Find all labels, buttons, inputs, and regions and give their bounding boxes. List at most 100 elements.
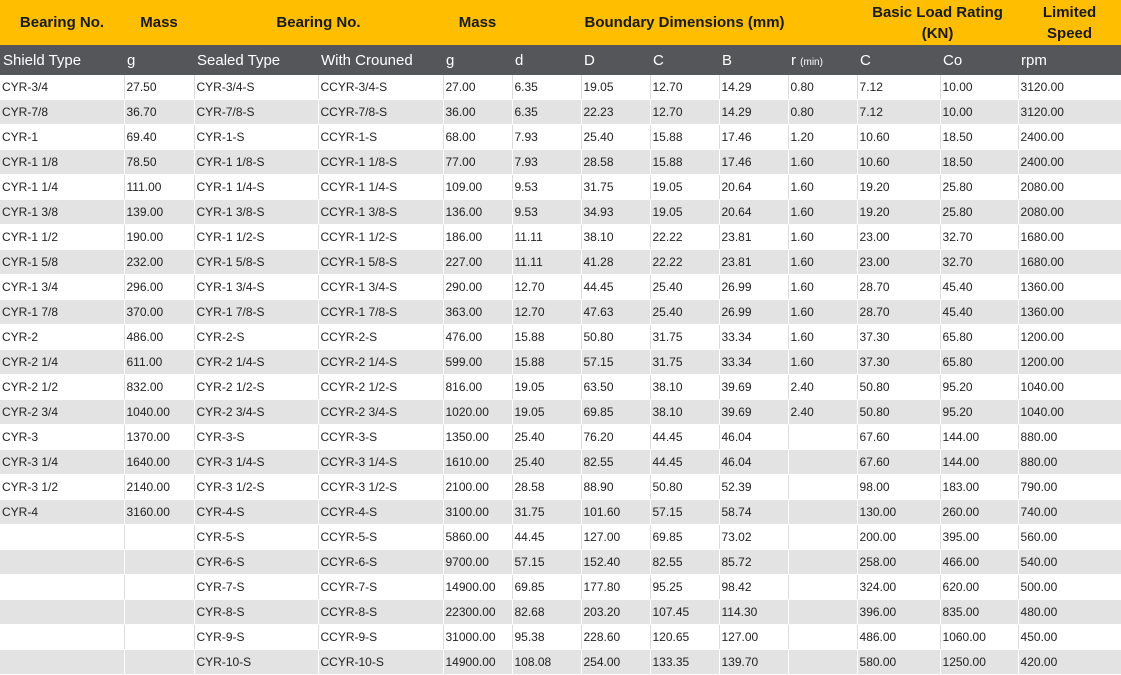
cell-load-c: 50.80 [857, 374, 941, 400]
cell-shield-type: CYR-4 [0, 499, 125, 525]
cell-d: 25.40 [512, 449, 582, 475]
cell-c: 25.40 [650, 299, 720, 325]
cell-r-min: 1.60 [788, 224, 858, 250]
cell-r-min [788, 574, 858, 600]
cell-c: 44.45 [650, 424, 720, 450]
bearing-no-header: Bearing No. [0, 0, 124, 45]
cell-load-co: 183.00 [940, 474, 1019, 500]
cell-b: 26.99 [719, 274, 789, 300]
cell-with-crouned: CCYR-8-S [318, 599, 444, 625]
table-row: CYR-2 1/4 611.00 CYR-2 1/4-S CCYR-2 1/4-S 59… [0, 349, 1121, 375]
cell-r-min: 1.60 [788, 324, 858, 350]
cell-mass-shield: 111.00 [124, 174, 195, 200]
boundary-dimensions-header: Boundary Dimensions (mm) [512, 0, 858, 45]
cell-load-co: 144.00 [940, 449, 1019, 475]
cell-shield-type: CYR-2 3/4 [0, 399, 125, 425]
cell-shield-type: CYR-1 7/8 [0, 299, 125, 325]
cell-load-c: 7.12 [857, 75, 941, 100]
cell-mass-shield: 232.00 [124, 249, 195, 275]
cell-mass-sealed: 2100.00 [443, 474, 513, 500]
cell-load-c: 67.60 [857, 449, 941, 475]
cell-r-min: 1.60 [788, 349, 858, 375]
cell-load-c: 23.00 [857, 249, 941, 275]
cell-load-c: 19.20 [857, 199, 941, 225]
cell-rpm: 2080.00 [1018, 199, 1121, 225]
cell-load-c: 50.80 [857, 399, 941, 425]
cell-rpm: 420.00 [1018, 649, 1121, 675]
col-mass-g: g [443, 45, 512, 75]
cell-sealed-type: CYR-1 1/8-S [194, 149, 319, 175]
cell-load-co: 95.20 [940, 374, 1019, 400]
cell-d: 9.53 [512, 199, 582, 225]
cell-rpm: 790.00 [1018, 474, 1121, 500]
cell-mass-sealed: 186.00 [443, 224, 513, 250]
cell-d: 6.35 [512, 75, 582, 100]
mass-header: Mass [124, 0, 194, 45]
cell-d: 11.11 [512, 224, 582, 250]
cell-load-c: 23.00 [857, 224, 941, 250]
cell-d: 82.68 [512, 599, 582, 625]
cell-b: 73.02 [719, 524, 789, 550]
col-b: B [719, 45, 788, 75]
col-r-label: r [791, 51, 796, 69]
col-c: C [650, 45, 719, 75]
cell-outer-d: 203.20 [581, 599, 651, 625]
cell-mass-shield: 296.00 [124, 274, 195, 300]
table-row: CYR-2 3/4 1040.00 CYR-2 3/4-S CCYR-2 3/4-S 1… [0, 399, 1121, 425]
cell-r-min: 1.60 [788, 249, 858, 275]
table-row: CYR-3 1/4 1640.00 CYR-3 1/4-S CCYR-3 1/4-S 1… [0, 449, 1121, 475]
cell-shield-type: CYR-1 [0, 124, 125, 150]
cell-outer-d: 228.60 [581, 624, 651, 650]
cell-mass-sealed: 22300.00 [443, 599, 513, 625]
cell-sealed-type: CYR-1 1/4-S [194, 174, 319, 200]
cell-sealed-type: CYR-6-S [194, 549, 319, 575]
cell-rpm: 1360.00 [1018, 274, 1121, 300]
table-row: CYR-4 3160.00 CYR-4-S CCYR-4-S 3100.00 31.75 1… [0, 499, 1121, 525]
col-outer-d: D [581, 45, 650, 75]
cell-outer-d: 50.80 [581, 324, 651, 350]
cell-c: 12.70 [650, 99, 720, 125]
cell-with-crouned: CCYR-2-S [318, 324, 444, 350]
cell-shield-type [0, 649, 125, 675]
cell-shield-type [0, 524, 125, 550]
cell-mass-sealed: 1610.00 [443, 449, 513, 475]
cell-load-c: 10.60 [857, 149, 941, 175]
cell-rpm: 540.00 [1018, 549, 1121, 575]
cell-sealed-type: CYR-1 3/8-S [194, 199, 319, 225]
basic-load-rating-header: Basic Load Rating (KN) [857, 0, 1019, 45]
table-row: CYR-3/4 27.50 CYR-3/4-S CCYR-3/4-S 27.00 6.35… [0, 75, 1121, 100]
cell-rpm: 3120.00 [1018, 99, 1121, 125]
cell-b: 58.74 [719, 499, 789, 525]
cell-load-co: 45.40 [940, 274, 1019, 300]
cell-r-min: 0.80 [788, 99, 858, 125]
table-row: CYR-1 3/8 139.00 CYR-1 3/8-S CCYR-1 3/8-S 13… [0, 199, 1121, 225]
cell-load-co: 18.50 [940, 124, 1019, 150]
cell-outer-d: 47.63 [581, 299, 651, 325]
cell-mass-sealed: 14900.00 [443, 649, 513, 675]
cell-b: 85.72 [719, 549, 789, 575]
cell-with-crouned: CCYR-6-S [318, 549, 444, 575]
cell-outer-d: 19.05 [581, 75, 651, 100]
cell-rpm: 880.00 [1018, 449, 1121, 475]
cell-d: 57.15 [512, 549, 582, 575]
cell-outer-d: 25.40 [581, 124, 651, 150]
cell-mass-shield [124, 524, 195, 550]
cell-c: 25.40 [650, 274, 720, 300]
cell-with-crouned: CCYR-7-S [318, 574, 444, 600]
cell-sealed-type: CYR-1 5/8-S [194, 249, 319, 275]
cell-mass-sealed: 816.00 [443, 374, 513, 400]
cell-d: 95.38 [512, 624, 582, 650]
cell-with-crouned: CCYR-4-S [318, 499, 444, 525]
cell-load-c: 10.60 [857, 124, 941, 150]
cell-b: 20.64 [719, 174, 789, 200]
basic-load-rating-title: Basic Load Rating [872, 3, 1003, 21]
cell-shield-type: CYR-1 3/8 [0, 199, 125, 225]
cell-shield-type: CYR-3 [0, 424, 125, 450]
cell-load-co: 395.00 [940, 524, 1019, 550]
mass-header: Mass [443, 0, 512, 45]
cell-b: 23.81 [719, 224, 789, 250]
limited-speed-line2: Speed [1047, 24, 1093, 42]
cell-b: 52.39 [719, 474, 789, 500]
cell-mass-shield: 1640.00 [124, 449, 195, 475]
table-row: CYR-1 3/4 296.00 CYR-1 3/4-S CCYR-1 3/4-S 29… [0, 274, 1121, 300]
